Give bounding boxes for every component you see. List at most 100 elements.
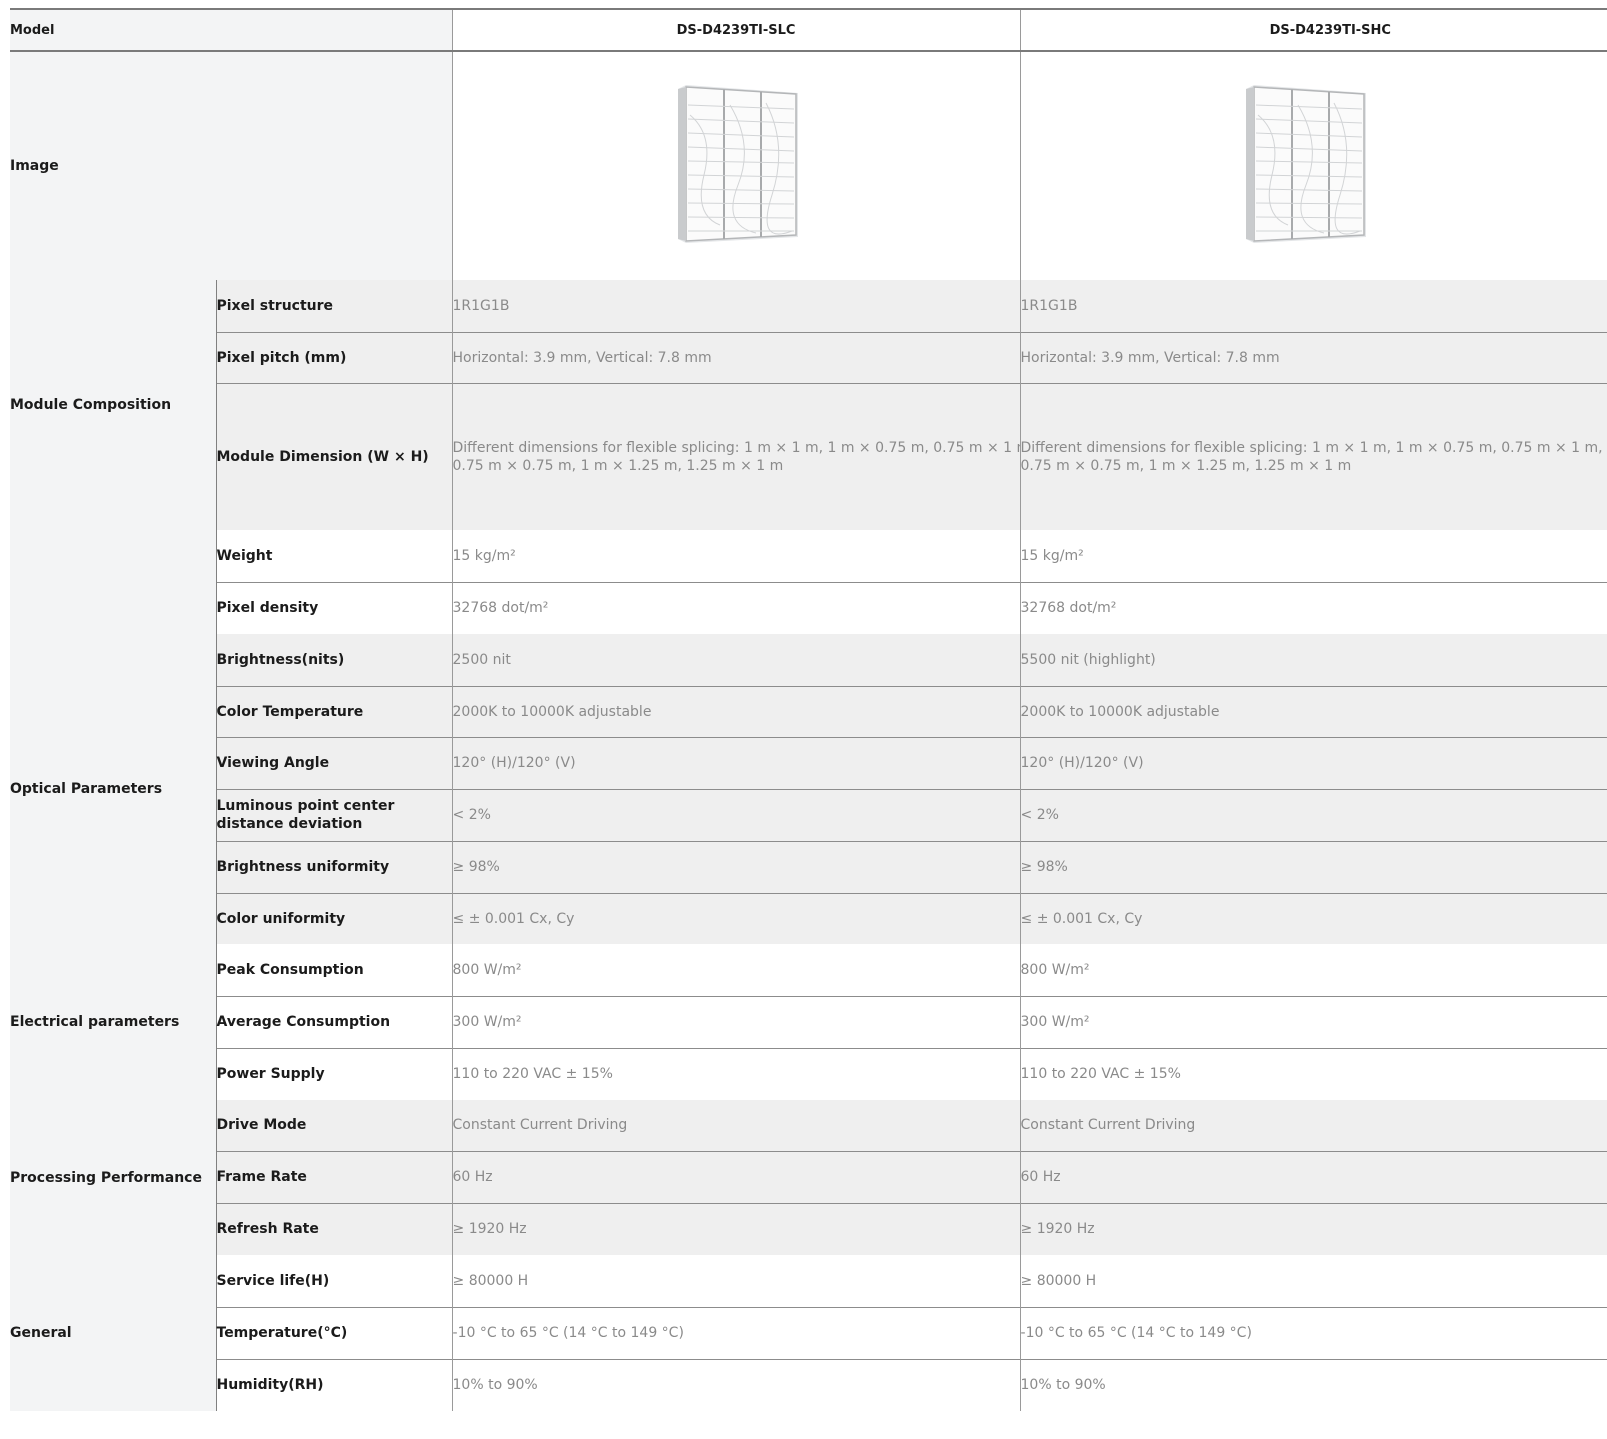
spec-key: Brightness(nits) (215, 634, 453, 686)
image-label: Image (10, 51, 453, 280)
spec-value-2: ≤ ± 0.001 Cx, Cy (1019, 892, 1607, 944)
spec-key: Luminous point center distance deviation (215, 788, 453, 841)
spec-value-1: 32768 dot/m² (451, 581, 1021, 634)
spec-value-2: 110 to 220 VAC ± 15% (1019, 1047, 1607, 1100)
spec-value-2: 60 Hz (1019, 1150, 1607, 1203)
spec-value-1: 300 W/m² (451, 995, 1021, 1048)
spec-key-line: distance deviation (216, 816, 363, 832)
spec-row: Power Supply 110 to 220 VAC ± 15% 110 to… (10, 1047, 1607, 1100)
spec-value-line: Different dimensions for flexible splici… (1020, 439, 1603, 456)
spec-key: Pixel density (215, 581, 453, 634)
spec-value-2: 5500 nit (highlight) (1019, 634, 1607, 686)
spec-value-1: -10 °C to 65 °C (14 °C to 149 °C) (451, 1306, 1021, 1359)
spec-row: Average Consumption 300 W/m² 300 W/m² (10, 995, 1607, 1048)
model-name-2: DS-D4239TI-SHC (1019, 9, 1607, 52)
category-electrical-parameters: Electrical parameters (10, 944, 216, 1100)
spec-value-1: ≥ 80000 H (451, 1255, 1021, 1307)
spec-value-1: 60 Hz (451, 1150, 1021, 1203)
spec-value-2: 300 W/m² (1019, 995, 1607, 1048)
spec-key: Temperature(°C) (215, 1306, 453, 1359)
spec-value-1: 10% to 90% (451, 1358, 1021, 1411)
spec-row: Module Dimension (W × H) Different dimen… (10, 382, 1607, 530)
spec-value-2: ≥ 1920 Hz (1019, 1202, 1607, 1255)
spec-value-2: ≥ 98% (1019, 840, 1607, 893)
spec-key: Refresh Rate (215, 1202, 453, 1255)
spec-value-2: Horizontal: 3.9 mm, Vertical: 7.8 mm (1019, 331, 1607, 383)
spec-key: Module Dimension (W × H) (215, 382, 453, 530)
spec-key: Viewing Angle (215, 736, 453, 789)
model-label: Model (10, 9, 453, 52)
spec-row: Processing Performance Drive Mode Consta… (10, 1100, 1607, 1255)
spec-value-2: -10 °C to 65 °C (14 °C to 149 °C) (1019, 1306, 1607, 1359)
led-screen-panel-icon (1246, 85, 1367, 243)
image-row: Image (10, 51, 1607, 280)
category-optical-parameters: Optical Parameters (10, 634, 216, 944)
spec-row: Humidity(RH) 10% to 90% 10% to 90% (10, 1358, 1607, 1411)
spec-value-1: 110 to 220 VAC ± 15% (451, 1047, 1021, 1100)
spec-key: Humidity(RH) (215, 1358, 453, 1411)
spec-value-2: ≥ 80000 H (1019, 1255, 1607, 1307)
spec-value-line: 0.75 m × 0.75 m, 1 m × 1.25 m, 1.25 m × … (1020, 457, 1352, 474)
spec-row: General Service life(H) ≥ 80000 H ≥ 8000… (10, 1255, 1607, 1411)
spec-value-2: 2000K to 10000K adjustable (1019, 685, 1607, 737)
spec-row: Module Composition Pixel structure 1R1G1… (10, 280, 1607, 530)
spec-value-1: Horizontal: 3.9 mm, Vertical: 7.8 mm (451, 331, 1021, 383)
product-image-1 (451, 51, 1021, 280)
spec-key: Frame Rate (215, 1150, 453, 1203)
spec-row: Viewing Angle 120° (H)/120° (V) 120° (H)… (10, 736, 1607, 789)
spec-key: Peak Consumption (215, 944, 453, 996)
spec-value-1: < 2% (451, 788, 1021, 841)
spec-value-1: 120° (H)/120° (V) (451, 736, 1021, 789)
spec-value-2: Constant Current Driving (1019, 1100, 1607, 1151)
spec-value-2: Different dimensions for flexible splici… (1019, 382, 1607, 530)
spec-row: Electrical parameters Peak Consumption 8… (10, 944, 1607, 1100)
spec-row: Refresh Rate ≥ 1920 Hz ≥ 1920 Hz (10, 1202, 1607, 1255)
spec-row: Frame Rate 60 Hz 60 Hz (10, 1150, 1607, 1203)
spec-key: Power Supply (215, 1047, 453, 1100)
spec-value-1: ≤ ± 0.001 Cx, Cy (451, 892, 1021, 944)
spec-value-1: 800 W/m² (451, 944, 1021, 996)
spec-key: Color uniformity (215, 892, 453, 944)
spec-value-1: 2000K to 10000K adjustable (451, 685, 1021, 737)
spec-key: Service life(H) (215, 1255, 453, 1307)
spec-value-1: Constant Current Driving (451, 1100, 1021, 1151)
spec-key: Pixel pitch (mm) (215, 331, 453, 383)
spec-value-1: ≥ 98% (451, 840, 1021, 893)
spec-key: Weight (215, 530, 453, 582)
spec-value-2: 32768 dot/m² (1019, 581, 1607, 634)
spec-value-1: 15 kg/m² (451, 530, 1021, 582)
spec-key: Color Temperature (215, 685, 453, 737)
spec-key: Drive Mode (215, 1100, 453, 1151)
spec-value-1: ≥ 1920 Hz (451, 1202, 1021, 1255)
category-general: General (10, 1255, 216, 1411)
spec-value-2: 15 kg/m² (1019, 530, 1607, 582)
spec-row: Color uniformity ≤ ± 0.001 Cx, Cy ≤ ± 0.… (10, 892, 1607, 944)
spec-value-2: 1R1G1B (1019, 280, 1607, 332)
product-image-2 (1019, 51, 1607, 280)
spec-row: Luminous point center distance deviation… (10, 788, 1607, 841)
spec-value-1: Different dimensions for flexible splici… (451, 382, 1021, 530)
spec-key: Brightness uniformity (215, 840, 453, 893)
led-screen-panel-icon (678, 85, 799, 243)
spec-row: Pixel density 32768 dot/m² 32768 dot/m² (10, 581, 1607, 634)
spec-key: Average Consumption (215, 995, 453, 1048)
spec-value-2: 120° (H)/120° (V) (1019, 736, 1607, 789)
spec-row: Brightness uniformity ≥ 98% ≥ 98% (10, 840, 1607, 893)
spec-key-line: Luminous point center (216, 798, 395, 814)
spec-value-1: 2500 nit (451, 634, 1021, 686)
spec-row: Optical Parameters Brightness(nits) 2500… (10, 634, 1607, 944)
spec-value-line: Different dimensions for flexible splici… (452, 439, 1021, 456)
spec-table: Model DS-D4239TI-SLC DS-D4239TI-SHC Imag… (10, 8, 1607, 1411)
category-processing-performance: Processing Performance (10, 1100, 216, 1255)
spec-value-line: 0.75 m × 0.75 m, 1 m × 1.25 m, 1.25 m × … (452, 457, 784, 474)
category-blank (10, 530, 216, 634)
spec-value-2: 800 W/m² (1019, 944, 1607, 996)
spec-row: Pixel pitch (mm) Horizontal: 3.9 mm, Ver… (10, 331, 1607, 383)
spec-row: Color Temperature 2000K to 10000K adjust… (10, 685, 1607, 737)
model-name-1: DS-D4239TI-SLC (451, 9, 1021, 52)
spec-value-1: 1R1G1B (451, 280, 1021, 332)
spec-key: Pixel structure (215, 280, 453, 332)
spec-value-2: < 2% (1019, 788, 1607, 841)
spec-row: Temperature(°C) -10 °C to 65 °C (14 °C t… (10, 1306, 1607, 1359)
category-module-composition: Module Composition (10, 280, 216, 530)
